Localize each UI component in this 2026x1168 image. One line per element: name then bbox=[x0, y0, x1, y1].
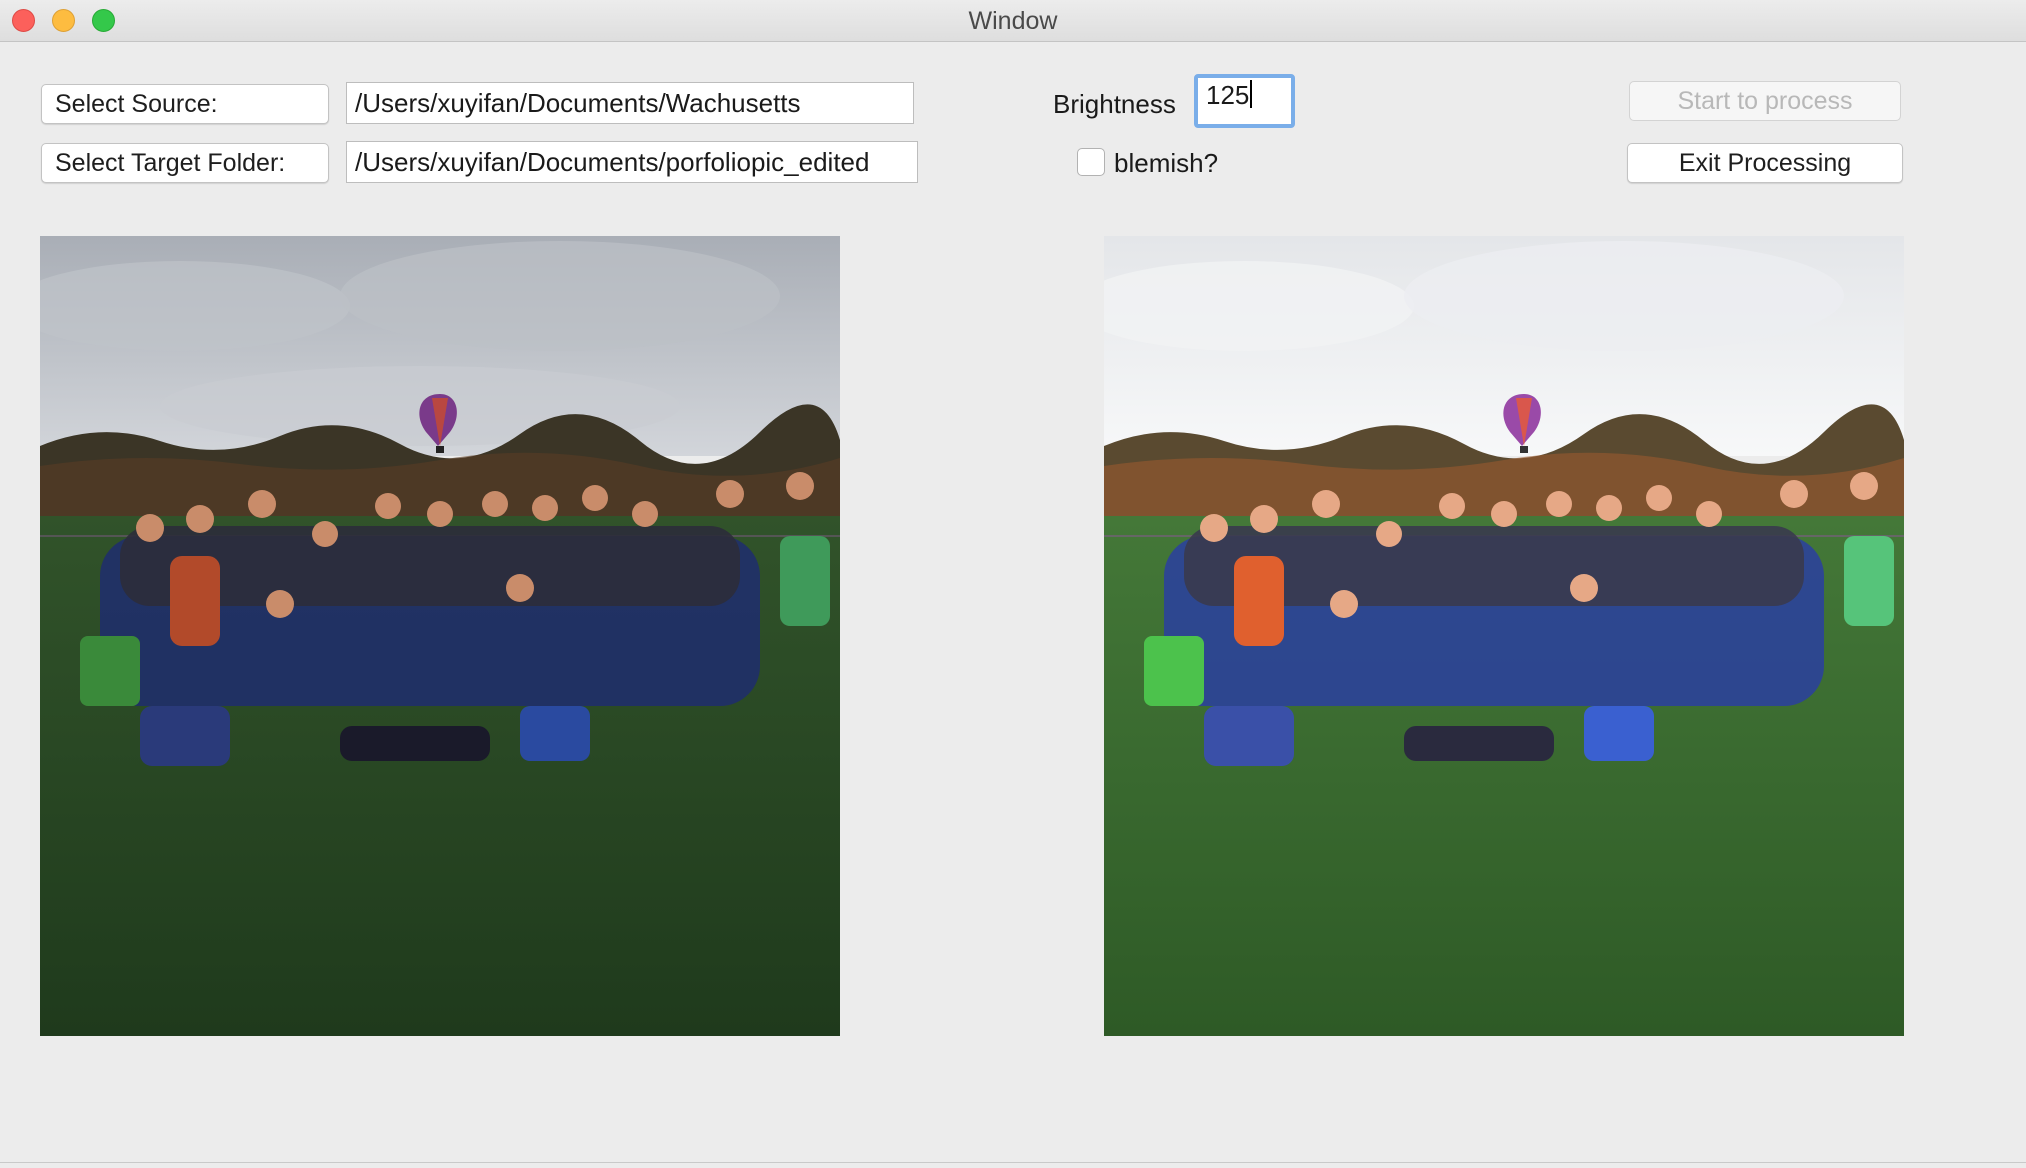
original-image bbox=[40, 236, 840, 1036]
app-window: Window Select Source: /Users/xuyifan/Doc… bbox=[0, 0, 2026, 1163]
source-path-field[interactable]: /Users/xuyifan/Documents/Wachusetts bbox=[346, 82, 914, 124]
exit-processing-button[interactable]: Exit Processing bbox=[1627, 143, 1903, 183]
start-process-button[interactable]: Start to process bbox=[1629, 81, 1901, 121]
select-target-folder-button[interactable]: Select Target Folder: bbox=[41, 143, 329, 183]
brightness-input[interactable]: 125 bbox=[1194, 74, 1295, 128]
processed-image bbox=[1104, 236, 1904, 1036]
target-path-field[interactable]: /Users/xuyifan/Documents/porfoliopic_edi… bbox=[346, 141, 918, 183]
window-title: Window bbox=[968, 7, 1058, 35]
brightness-value: 125 bbox=[1206, 80, 1250, 110]
title-bar: Window bbox=[0, 0, 2026, 42]
brightness-label: Brightness bbox=[1053, 89, 1176, 119]
blemish-checkbox[interactable] bbox=[1077, 148, 1105, 176]
text-caret bbox=[1250, 80, 1253, 108]
select-source-button[interactable]: Select Source: bbox=[41, 84, 329, 124]
blemish-label: blemish? bbox=[1114, 148, 1219, 178]
